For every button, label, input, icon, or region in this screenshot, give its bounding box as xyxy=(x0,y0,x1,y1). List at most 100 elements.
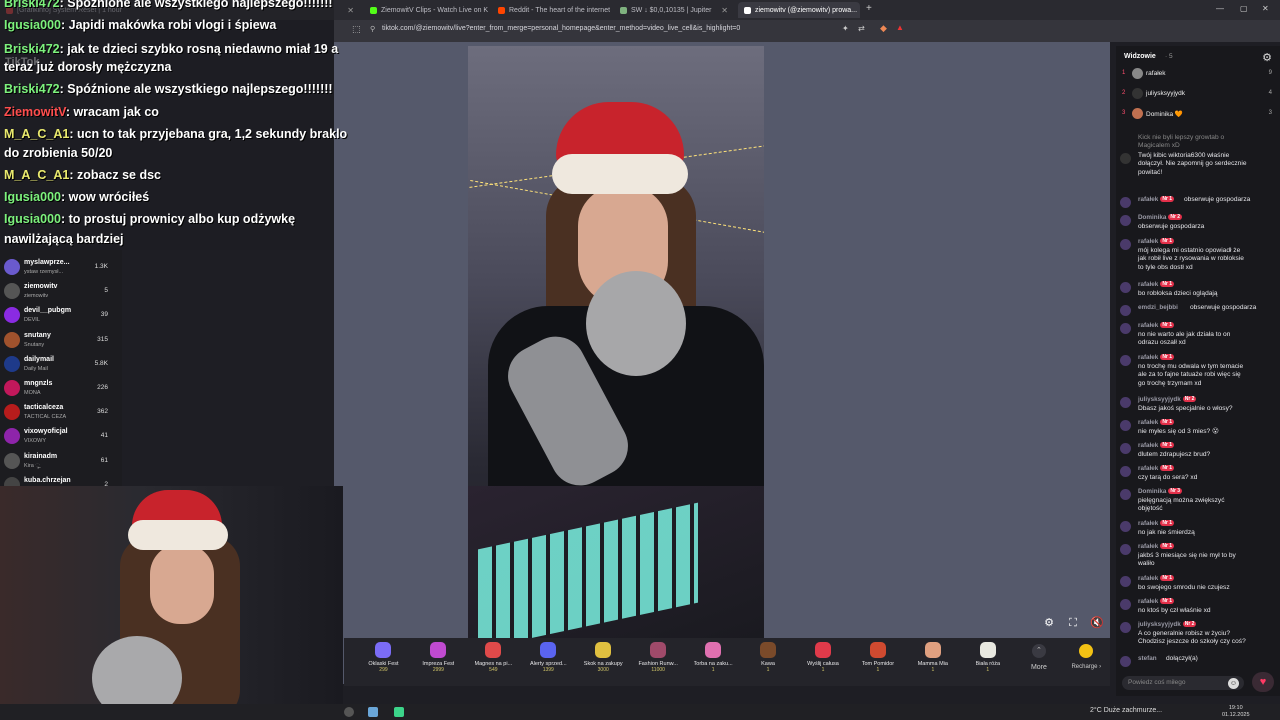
tab-label: ziemowitv (@ziemowitv) prowa... xyxy=(755,6,858,14)
overlay-chat-text: : to prostuj prownicy albo kup odżywkę xyxy=(60,212,296,226)
mute-icon[interactable]: 🔇 xyxy=(1090,616,1104,630)
chat-username-text: juliysksyyjydk xyxy=(1138,621,1181,628)
chat-settings-icon[interactable]: ⚙ xyxy=(1262,51,1272,64)
search-icon[interactable] xyxy=(344,707,354,717)
gift-more-button[interactable]: ⌃ More xyxy=(1015,638,1062,684)
gift-item[interactable]: Oklaski Fest 299 xyxy=(356,638,411,684)
viewer-row[interactable]: 3 Dominika 🧡 3 xyxy=(1122,106,1272,122)
tab-label: SW ↓ $0,0,10135 | Jupiter xyxy=(631,6,712,14)
live-list-item[interactable]: mngnzls MONA 226 xyxy=(0,377,122,401)
overlay-chat-text: do zrobienia 50/20 xyxy=(4,146,113,160)
live-list-item[interactable]: dailymail Daily Mail 5.8K xyxy=(0,353,122,377)
minimize-icon[interactable]: — xyxy=(1216,4,1224,13)
live-list-item[interactable]: devil__pubgm DEVIL 39 xyxy=(0,304,122,328)
live-list-item[interactable]: snutany Snutany 315 xyxy=(0,329,122,353)
translate-icon[interactable]: ⇄ xyxy=(858,24,865,33)
gift-icon xyxy=(375,642,392,658)
bookmark-icon[interactable]: ⬚ xyxy=(352,24,361,35)
chat-username: rafałek Nr 1 xyxy=(1138,598,1175,606)
gift-item[interactable]: Magnes na pi... 549 xyxy=(466,638,521,684)
gift-item[interactable]: Alerty sprzed... 1399 xyxy=(521,638,576,684)
site-info-icon[interactable]: ⚲ xyxy=(370,25,375,33)
brave-shield-icon[interactable]: ◆ xyxy=(880,23,887,34)
webcam-overlay xyxy=(0,486,343,720)
emoji-icon[interactable]: ☺ xyxy=(1228,678,1239,689)
live-video[interactable] xyxy=(468,46,764,638)
tab-close-icon[interactable]: ✕ xyxy=(347,6,354,15)
maximize-icon[interactable]: ▢ xyxy=(1240,4,1248,13)
gift-icon xyxy=(595,642,612,658)
browser-tab[interactable]: Reddit - The heart of the internet✕ xyxy=(492,2,610,18)
live-list-name: kuba.chrzejan xyxy=(24,476,71,484)
gift-item[interactable]: Kawa 1 xyxy=(741,638,796,684)
gift-icon xyxy=(814,642,831,658)
app-icon[interactable] xyxy=(394,707,404,717)
chat-text: dlutem zdrapujesz brud? xyxy=(1138,451,1211,458)
browser-tab[interactable]: SW ↓ $0,0,10135 | Jupiter ✕ xyxy=(614,2,734,18)
avatar xyxy=(1132,88,1143,99)
browser-tab[interactable]: ZiemowitV Clips - Watch Live on Kick✕ xyxy=(364,2,488,18)
chat-username: rafałek Nr 1 xyxy=(1138,465,1175,473)
tab-close-icon[interactable]: ✕ xyxy=(721,6,728,15)
fullscreen-icon[interactable]: ⛶ xyxy=(1066,616,1080,630)
chat-text: bo robloksa dzieci oglądają xyxy=(1138,290,1218,297)
rank-badge: Nr 1 xyxy=(1160,322,1175,328)
like-heart-button[interactable]: ♥ xyxy=(1252,672,1274,692)
gift-item[interactable]: Fashion Runw... 11000 xyxy=(631,638,686,684)
microphone-windscreen xyxy=(586,271,686,376)
live-list-item[interactable]: ziemowitv ziemowitv 5 xyxy=(0,280,122,304)
reader-icon[interactable]: ✦ xyxy=(842,24,849,33)
gift-price: 1 xyxy=(986,667,990,673)
avatar xyxy=(1120,443,1131,454)
avatar xyxy=(1120,305,1131,316)
chat-username: Dominika Nr 2 xyxy=(1138,214,1183,222)
rewards-icon[interactable]: ▲ xyxy=(896,23,904,32)
avatar xyxy=(1120,420,1131,431)
avatar xyxy=(1132,108,1143,119)
overlay-chat-line: Briski472: jak te dzieci szybko rosną ni… xyxy=(4,42,338,56)
avatar xyxy=(4,404,20,421)
viewer-row[interactable]: 1 rafałek 9 xyxy=(1122,66,1272,82)
live-list-name: ziemowitv xyxy=(24,283,58,291)
live-list-name: kirainadm xyxy=(24,452,58,460)
live-list-item[interactable]: kirainadm Kira ૂ 61 xyxy=(0,450,122,474)
gift-item[interactable]: Tom Pomidor 1 xyxy=(850,638,905,684)
live-list-name: mngnzls xyxy=(24,380,53,387)
rank-badge: Nr 1 xyxy=(1160,196,1175,202)
browser-tab[interactable]: ziemowitv (@ziemowitv) prowa...✕ xyxy=(738,2,860,18)
gift-item[interactable]: Wyślij całusa 1 xyxy=(796,638,851,684)
files-icon[interactable] xyxy=(368,707,378,717)
url-field[interactable]: tiktok.com/@ziemowitv/live?enter_from_me… xyxy=(382,25,740,32)
close-window-icon[interactable]: ✕ xyxy=(1262,4,1269,13)
rank-badge: Nr 3 xyxy=(1168,488,1183,494)
avatar xyxy=(4,355,20,372)
viewer-row[interactable]: 2 juliysksyyjydk 4 xyxy=(1122,86,1272,102)
gift-item[interactable]: Torba na zaku... 1 xyxy=(686,638,741,684)
chat-username-text: rafałek xyxy=(1138,465,1159,472)
gift-item[interactable]: Impreza Fest 2999 xyxy=(411,638,466,684)
gift-item[interactable]: Biała róża 1 xyxy=(960,638,1015,684)
live-list-item[interactable]: myslawprze... ystaw rzemysł... 1.3K xyxy=(0,256,122,280)
live-list-item[interactable]: vixowyoficjal VIXOWY 41 xyxy=(0,425,122,449)
live-list-name: dailymail xyxy=(24,355,54,363)
overlay-chat-text: nawilżającą bardziej xyxy=(4,232,124,246)
avatar xyxy=(4,283,20,300)
live-list-viewers: 39 xyxy=(100,311,108,319)
clock[interactable]: 19:10 01.12.2025 xyxy=(1222,705,1250,719)
chat-username: juliysksyyjydk Nr 2 xyxy=(1138,396,1197,404)
chat-input[interactable]: Powiedz coś miłego xyxy=(1122,676,1244,690)
avatar xyxy=(1120,323,1131,334)
gift-item[interactable]: Mamma Mia 1 xyxy=(905,638,960,684)
settings-gear-icon[interactable]: ⚙ xyxy=(1042,616,1056,630)
rank-badge: Nr 1 xyxy=(1160,543,1175,549)
gift-item[interactable]: Skok na zakupy 3000 xyxy=(576,638,631,684)
rank-badge: Nr 2 xyxy=(1182,396,1197,402)
chat-username-text: rafałek xyxy=(1138,442,1159,449)
new-tab-icon[interactable]: + xyxy=(866,3,872,14)
video-controls: ⚙ ⛶ 🔇 xyxy=(1042,616,1104,632)
rank-badge: Nr 2 xyxy=(1168,214,1183,220)
rank-badge: Nr 1 xyxy=(1160,354,1175,360)
live-list-item[interactable]: tacticalceza TACTICAL CEZA 362 xyxy=(0,401,122,425)
recharge-button[interactable]: Recharge › xyxy=(1063,638,1110,684)
weather-widget[interactable]: 2°C Duże zachmurze... xyxy=(1090,707,1162,714)
